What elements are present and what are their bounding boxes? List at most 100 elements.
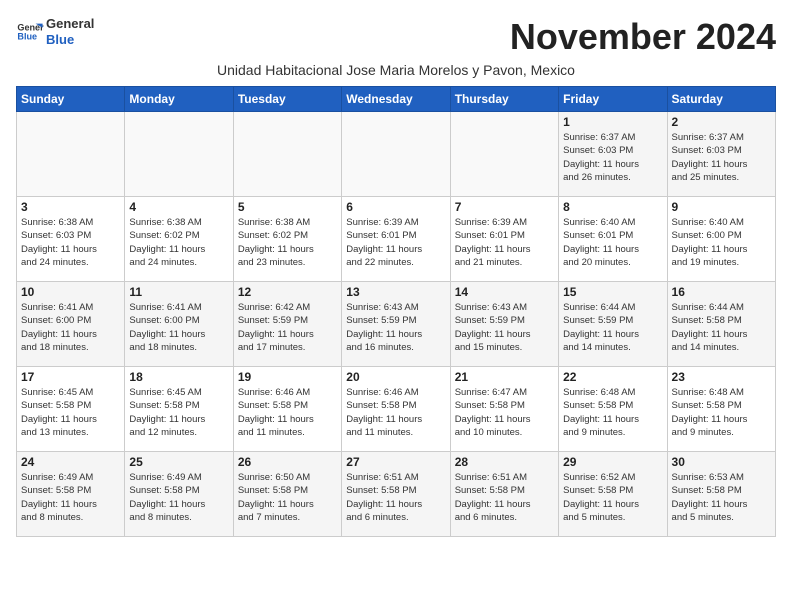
calendar-cell: 18 Sunrise: 6:45 AM Sunset: 5:58 PM Dayli… <box>125 367 233 452</box>
weekday-header-thursday: Thursday <box>450 87 558 112</box>
day-number: 21 <box>455 370 554 384</box>
day-info: Sunrise: 6:37 AM Sunset: 6:03 PM Dayligh… <box>563 131 662 184</box>
calendar-cell: 10 Sunrise: 6:41 AM Sunset: 6:00 PM Dayli… <box>17 282 125 367</box>
subtitle: Unidad Habitacional Jose Maria Morelos y… <box>16 62 776 78</box>
calendar-cell <box>342 112 450 197</box>
day-info: Sunrise: 6:46 AM Sunset: 5:58 PM Dayligh… <box>346 386 445 439</box>
calendar-cell: 5 Sunrise: 6:38 AM Sunset: 6:02 PM Daylig… <box>233 197 341 282</box>
day-number: 4 <box>129 200 228 214</box>
calendar-cell: 19 Sunrise: 6:46 AM Sunset: 5:58 PM Dayli… <box>233 367 341 452</box>
day-info: Sunrise: 6:48 AM Sunset: 5:58 PM Dayligh… <box>672 386 771 439</box>
calendar-cell: 21 Sunrise: 6:47 AM Sunset: 5:58 PM Dayli… <box>450 367 558 452</box>
day-info: Sunrise: 6:49 AM Sunset: 5:58 PM Dayligh… <box>129 471 228 524</box>
day-number: 22 <box>563 370 662 384</box>
day-info: Sunrise: 6:52 AM Sunset: 5:58 PM Dayligh… <box>563 471 662 524</box>
day-number: 8 <box>563 200 662 214</box>
day-info: Sunrise: 6:47 AM Sunset: 5:58 PM Dayligh… <box>455 386 554 439</box>
day-info: Sunrise: 6:39 AM Sunset: 6:01 PM Dayligh… <box>346 216 445 269</box>
day-info: Sunrise: 6:40 AM Sunset: 6:01 PM Dayligh… <box>563 216 662 269</box>
day-number: 13 <box>346 285 445 299</box>
day-info: Sunrise: 6:43 AM Sunset: 5:59 PM Dayligh… <box>455 301 554 354</box>
day-info: Sunrise: 6:39 AM Sunset: 6:01 PM Dayligh… <box>455 216 554 269</box>
day-number: 14 <box>455 285 554 299</box>
day-number: 7 <box>455 200 554 214</box>
weekday-header-sunday: Sunday <box>17 87 125 112</box>
calendar-cell: 2 Sunrise: 6:37 AM Sunset: 6:03 PM Daylig… <box>667 112 775 197</box>
calendar-cell: 22 Sunrise: 6:48 AM Sunset: 5:58 PM Dayli… <box>559 367 667 452</box>
calendar-cell: 12 Sunrise: 6:42 AM Sunset: 5:59 PM Dayli… <box>233 282 341 367</box>
day-number: 18 <box>129 370 228 384</box>
calendar-cell: 29 Sunrise: 6:52 AM Sunset: 5:58 PM Dayli… <box>559 452 667 537</box>
day-info: Sunrise: 6:43 AM Sunset: 5:59 PM Dayligh… <box>346 301 445 354</box>
day-info: Sunrise: 6:37 AM Sunset: 6:03 PM Dayligh… <box>672 131 771 184</box>
day-number: 12 <box>238 285 337 299</box>
day-number: 20 <box>346 370 445 384</box>
calendar-cell: 25 Sunrise: 6:49 AM Sunset: 5:58 PM Dayli… <box>125 452 233 537</box>
calendar-cell: 7 Sunrise: 6:39 AM Sunset: 6:01 PM Daylig… <box>450 197 558 282</box>
day-number: 19 <box>238 370 337 384</box>
calendar-cell: 30 Sunrise: 6:53 AM Sunset: 5:58 PM Dayli… <box>667 452 775 537</box>
day-number: 17 <box>21 370 120 384</box>
day-number: 26 <box>238 455 337 469</box>
day-info: Sunrise: 6:53 AM Sunset: 5:58 PM Dayligh… <box>672 471 771 524</box>
day-info: Sunrise: 6:38 AM Sunset: 6:02 PM Dayligh… <box>129 216 228 269</box>
calendar-cell <box>17 112 125 197</box>
weekday-header-monday: Monday <box>125 87 233 112</box>
day-number: 30 <box>672 455 771 469</box>
calendar-cell: 27Sunrise: 6:51 AM Sunset: 5:58 PM Dayli… <box>342 452 450 537</box>
day-info: Sunrise: 6:45 AM Sunset: 5:58 PM Dayligh… <box>21 386 120 439</box>
day-number: 29 <box>563 455 662 469</box>
day-info: Sunrise: 6:40 AM Sunset: 6:00 PM Dayligh… <box>672 216 771 269</box>
day-number: 6 <box>346 200 445 214</box>
day-number: 28 <box>455 455 554 469</box>
day-info: Sunrise: 6:51 AM Sunset: 5:58 PM Dayligh… <box>455 471 554 524</box>
day-number: 9 <box>672 200 771 214</box>
day-number: 5 <box>238 200 337 214</box>
day-info: Sunrise: 6:46 AM Sunset: 5:58 PM Dayligh… <box>238 386 337 439</box>
day-info: Sunrise: 6:51 AM Sunset: 5:58 PM Dayligh… <box>346 471 445 524</box>
weekday-header-friday: Friday <box>559 87 667 112</box>
logo-text: General Blue <box>46 16 94 47</box>
calendar-cell: 8 Sunrise: 6:40 AM Sunset: 6:01 PM Daylig… <box>559 197 667 282</box>
svg-text:Blue: Blue <box>17 31 37 41</box>
day-number: 15 <box>563 285 662 299</box>
header: General Blue General Blue November 2024 <box>16 16 776 58</box>
calendar-cell: 24Sunrise: 6:49 AM Sunset: 5:58 PM Dayli… <box>17 452 125 537</box>
day-info: Sunrise: 6:49 AM Sunset: 5:58 PM Dayligh… <box>21 471 120 524</box>
weekday-header-wednesday: Wednesday <box>342 87 450 112</box>
calendar-cell: 14 Sunrise: 6:43 AM Sunset: 5:59 PM Dayli… <box>450 282 558 367</box>
weekday-header-saturday: Saturday <box>667 87 775 112</box>
calendar-cell: 15 Sunrise: 6:44 AM Sunset: 5:59 PM Dayli… <box>559 282 667 367</box>
calendar-cell: 11Sunrise: 6:41 AM Sunset: 6:00 PM Dayli… <box>125 282 233 367</box>
calendar-cell <box>233 112 341 197</box>
day-number: 2 <box>672 115 771 129</box>
calendar-cell: 16Sunrise: 6:44 AM Sunset: 5:58 PM Dayli… <box>667 282 775 367</box>
calendar-cell: 3 Sunrise: 6:38 AM Sunset: 6:03 PM Daylig… <box>17 197 125 282</box>
calendar-cell: 4 Sunrise: 6:38 AM Sunset: 6:02 PM Daylig… <box>125 197 233 282</box>
calendar-cell: 13 Sunrise: 6:43 AM Sunset: 5:59 PM Dayli… <box>342 282 450 367</box>
calendar-cell <box>125 112 233 197</box>
day-info: Sunrise: 6:42 AM Sunset: 5:59 PM Dayligh… <box>238 301 337 354</box>
day-info: Sunrise: 6:38 AM Sunset: 6:02 PM Dayligh… <box>238 216 337 269</box>
month-title: November 2024 <box>510 16 776 58</box>
day-info: Sunrise: 6:48 AM Sunset: 5:58 PM Dayligh… <box>563 386 662 439</box>
day-number: 1 <box>563 115 662 129</box>
day-info: Sunrise: 6:50 AM Sunset: 5:58 PM Dayligh… <box>238 471 337 524</box>
day-number: 25 <box>129 455 228 469</box>
weekday-header-tuesday: Tuesday <box>233 87 341 112</box>
day-info: Sunrise: 6:38 AM Sunset: 6:03 PM Dayligh… <box>21 216 120 269</box>
day-info: Sunrise: 6:44 AM Sunset: 5:58 PM Dayligh… <box>672 301 771 354</box>
calendar-cell: 20 Sunrise: 6:46 AM Sunset: 5:58 PM Dayli… <box>342 367 450 452</box>
day-number: 3 <box>21 200 120 214</box>
calendar-cell: 23Sunrise: 6:48 AM Sunset: 5:58 PM Dayli… <box>667 367 775 452</box>
day-number: 11 <box>129 285 228 299</box>
calendar-cell: 17 Sunrise: 6:45 AM Sunset: 5:58 PM Dayli… <box>17 367 125 452</box>
calendar-cell: 1 Sunrise: 6:37 AM Sunset: 6:03 PM Daylig… <box>559 112 667 197</box>
day-info: Sunrise: 6:41 AM Sunset: 6:00 PM Dayligh… <box>21 301 120 354</box>
day-number: 10 <box>21 285 120 299</box>
calendar-cell: 9 Sunrise: 6:40 AM Sunset: 6:00 PM Daylig… <box>667 197 775 282</box>
calendar-cell: 26 Sunrise: 6:50 AM Sunset: 5:58 PM Dayli… <box>233 452 341 537</box>
calendar: SundayMondayTuesdayWednesdayThursdayFrid… <box>16 86 776 537</box>
day-info: Sunrise: 6:45 AM Sunset: 5:58 PM Dayligh… <box>129 386 228 439</box>
day-info: Sunrise: 6:44 AM Sunset: 5:59 PM Dayligh… <box>563 301 662 354</box>
